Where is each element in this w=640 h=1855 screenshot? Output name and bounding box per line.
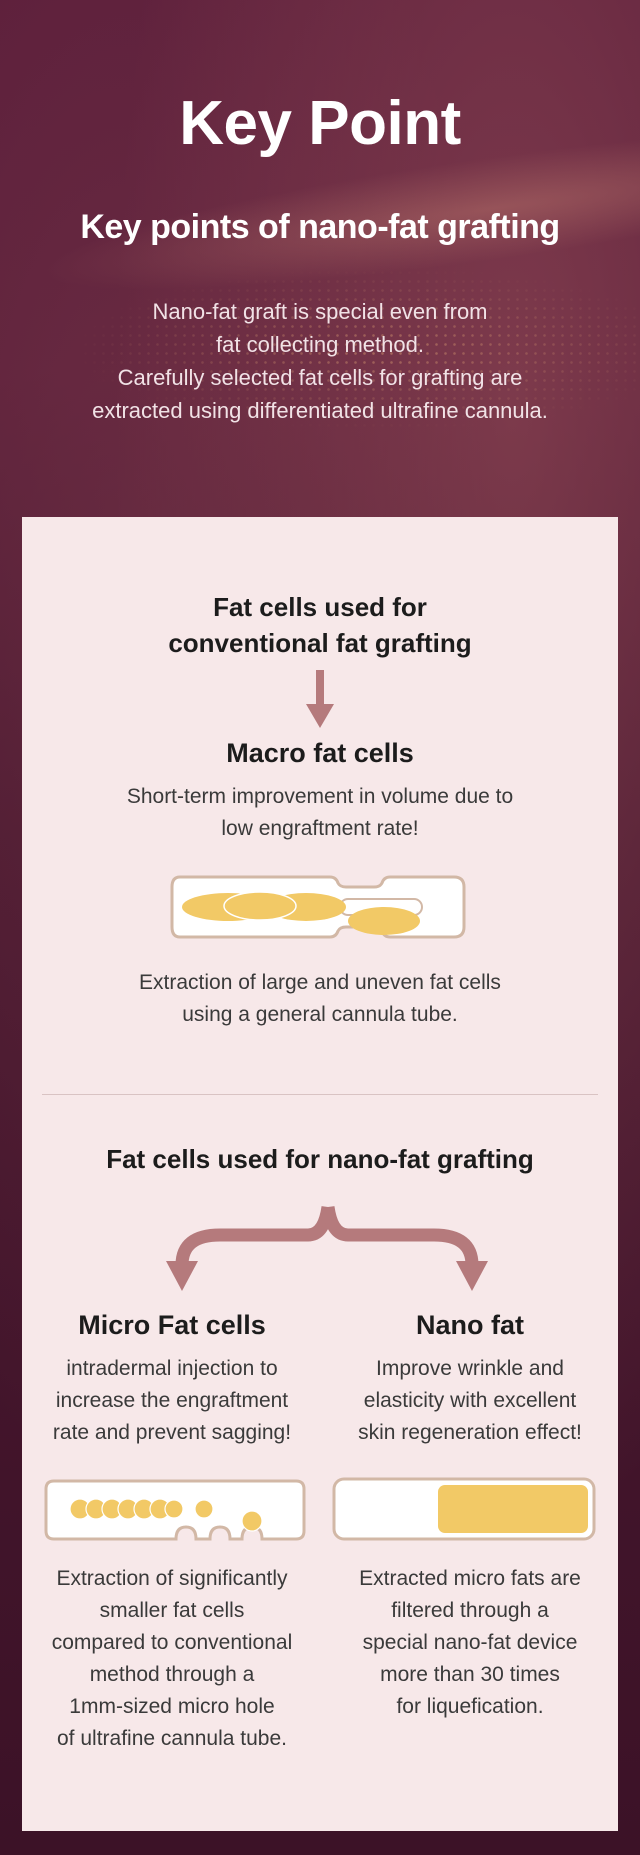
nano-heading: Fat cells used for nano-fat grafting	[106, 1144, 534, 1174]
nano-caption-line: special nano-fat device	[362, 1631, 578, 1654]
nano-desc-line: Improve wrinkle and	[376, 1357, 564, 1380]
micro-fat-title: Micro Fat cells	[78, 1310, 266, 1340]
nano-fat-caption: Extracted micro fats are filtered throug…	[320, 1563, 620, 1723]
intro-line: Nano-fat graft is special even from	[152, 299, 488, 324]
micro-desc-line: rate and prevent sagging!	[52, 1421, 292, 1444]
macro-caption-line: using a general cannula tube.	[182, 1003, 458, 1026]
nano-fat-title: Nano fat	[416, 1310, 524, 1340]
macro-desc-line: Short-term improvement in volume due to	[126, 785, 514, 808]
micro-caption-line: Extraction of significantly	[56, 1567, 288, 1590]
conventional-heading-line: conventional fat grafting	[168, 628, 472, 658]
intro-line: Carefully selected fat cells for graftin…	[117, 365, 523, 390]
nano-caption-line: Extracted micro fats are	[359, 1567, 581, 1590]
nano-caption-line: for liquefication.	[396, 1695, 544, 1718]
macro-fat-description: Short-term improvement in volume due to …	[22, 781, 618, 845]
micro-caption-line: smaller fat cells	[99, 1599, 245, 1622]
nano-desc-line: elasticity with excellent	[363, 1389, 577, 1412]
micro-fat-caption: Extraction of significantly smaller fat …	[22, 1563, 322, 1755]
micro-caption-line: compared to conventional	[51, 1631, 293, 1654]
micro-caption-line: method through a	[89, 1663, 255, 1686]
micro-fat-description: intradermal injection to increase the en…	[22, 1353, 322, 1449]
nano-fat-tube-icon	[332, 1477, 596, 1541]
nano-fat-description: Improve wrinkle and elasticity with exce…	[320, 1353, 620, 1449]
conventional-heading: Fat cells used for conventional fat graf…	[22, 589, 618, 661]
micro-desc-line: intradermal injection to	[66, 1357, 278, 1380]
nano-caption-line: filtered through a	[391, 1599, 549, 1622]
macro-fat-cannula-icon	[170, 875, 466, 939]
micro-caption-line: of ultrafine cannula tube.	[57, 1727, 287, 1750]
intro-text: Nano-fat graft is special even from fat …	[0, 295, 640, 427]
intro-line: extracted using differentiated ultrafine…	[92, 398, 548, 423]
micro-desc-line: increase the engraftment	[55, 1389, 289, 1412]
micro-fat-cannula-icon	[44, 1479, 306, 1541]
section-divider	[42, 1094, 598, 1095]
nano-desc-line: skin regeneration effect!	[358, 1421, 582, 1444]
macro-desc-line: low engraftment rate!	[221, 817, 419, 840]
page-subtitle: Key points of nano-fat grafting	[80, 208, 560, 246]
info-card: Fat cells used for conventional fat graf…	[22, 517, 618, 1831]
macro-fat-title: Macro fat cells	[226, 738, 414, 768]
split-arrow-icon	[166, 1205, 488, 1291]
page-title: Key Point	[179, 89, 461, 158]
intro-line: fat collecting method.	[216, 332, 424, 357]
macro-caption-line: Extraction of large and uneven fat cells	[139, 971, 501, 994]
arrow-down-icon	[306, 670, 334, 728]
micro-caption-line: 1mm-sized micro hole	[69, 1695, 275, 1718]
macro-fat-caption: Extraction of large and uneven fat cells…	[22, 967, 618, 1031]
nano-caption-line: more than 30 times	[380, 1663, 560, 1686]
conventional-heading-line: Fat cells used for	[213, 592, 427, 622]
